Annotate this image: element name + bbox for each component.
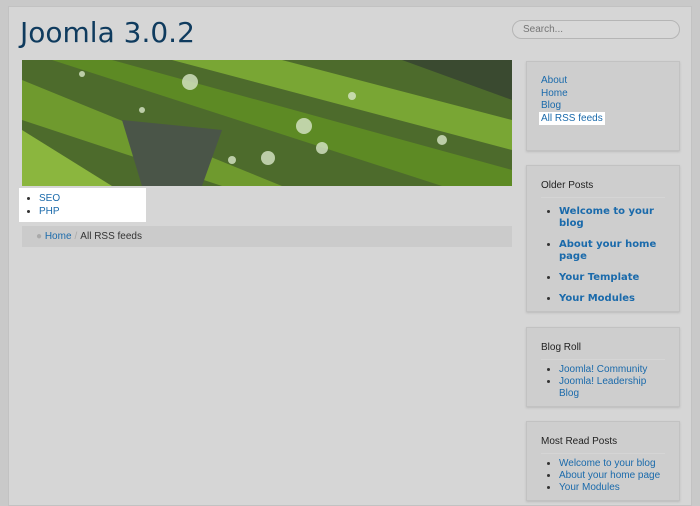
top-menu-php[interactable]: PHP bbox=[39, 206, 60, 217]
list-item[interactable]: Your Modules bbox=[559, 482, 620, 493]
site-title[interactable]: Joomla 3.0.2 bbox=[20, 16, 195, 49]
breadcrumb-home[interactable]: Home bbox=[45, 231, 72, 242]
module-title: Most Read Posts bbox=[541, 436, 665, 454]
search-input[interactable] bbox=[512, 20, 680, 39]
module-title: Older Posts bbox=[541, 180, 665, 198]
breadcrumb-current: All RSS feeds bbox=[80, 231, 142, 242]
menu-item-blog[interactable]: Blog bbox=[541, 100, 561, 111]
breadcrumb: ● Home / All RSS feeds bbox=[22, 226, 512, 247]
top-menu: SEO PHP bbox=[19, 188, 146, 222]
menu-item-about[interactable]: About bbox=[541, 75, 567, 86]
list-item[interactable]: Joomla! Leadership Blog bbox=[559, 376, 646, 399]
top-menu-seo[interactable]: SEO bbox=[39, 193, 60, 204]
menu-item-all-rss-feeds[interactable]: All RSS feeds bbox=[539, 111, 605, 125]
list-item[interactable]: Your Modules bbox=[559, 293, 635, 304]
module-title: Blog Roll bbox=[541, 342, 665, 360]
location-pin-icon: ● bbox=[36, 231, 43, 242]
menu-item-home[interactable]: Home bbox=[541, 88, 568, 99]
older-posts-module: Older Posts Welcome to your blog About y… bbox=[526, 165, 680, 312]
header-banner-image bbox=[22, 60, 512, 186]
list-item[interactable]: About your home page bbox=[559, 239, 656, 262]
list-item[interactable]: Welcome to your blog bbox=[559, 458, 656, 469]
list-item[interactable]: About your home page bbox=[559, 470, 660, 481]
list-item[interactable]: Your Template bbox=[559, 272, 639, 283]
main-menu-module: About Home Blog All RSS feeds bbox=[526, 61, 680, 151]
breadcrumb-separator: / bbox=[74, 231, 78, 242]
list-item[interactable]: Joomla! Community bbox=[559, 364, 647, 375]
blog-roll-module: Blog Roll Joomla! Community Joomla! Lead… bbox=[526, 327, 680, 407]
most-read-module: Most Read Posts Welcome to your blog Abo… bbox=[526, 421, 680, 501]
list-item[interactable]: Welcome to your blog bbox=[559, 206, 654, 229]
